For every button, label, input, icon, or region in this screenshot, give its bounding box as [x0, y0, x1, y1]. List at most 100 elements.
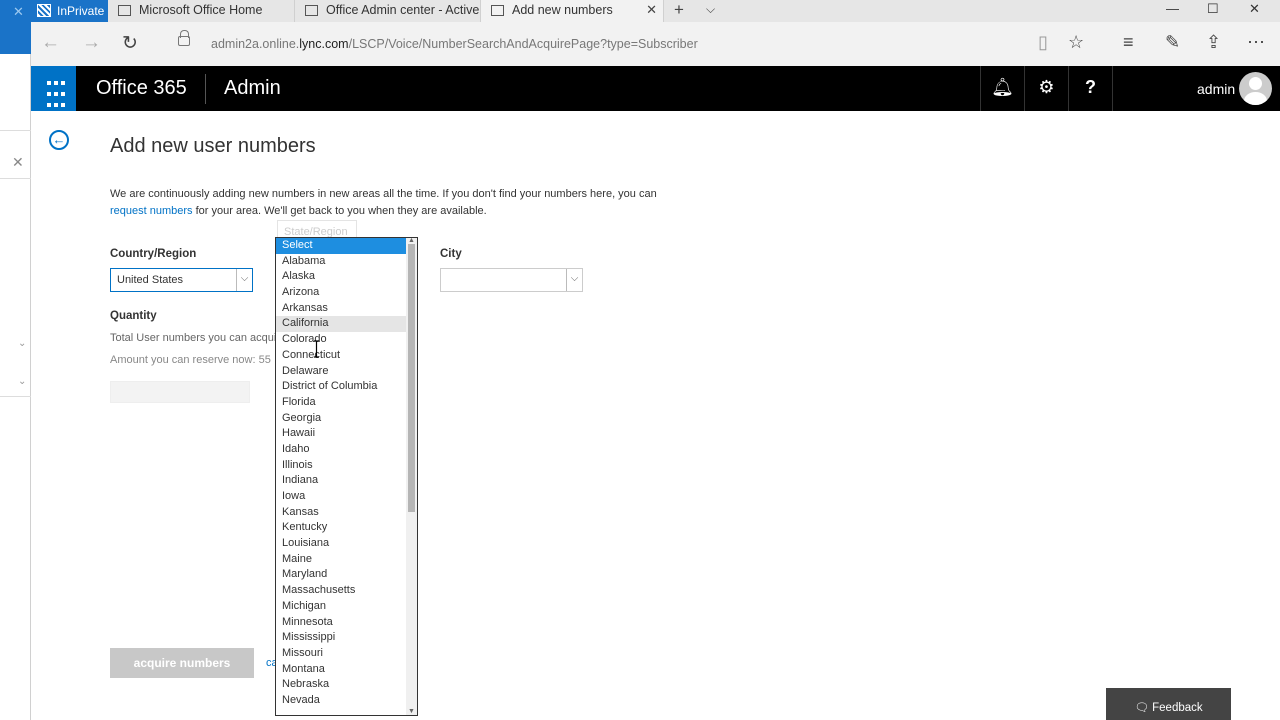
state-option[interactable]: Iowa [276, 489, 406, 505]
quantity-label: Quantity [110, 310, 157, 322]
url-domain-prefix: admin2a.online. [211, 37, 300, 51]
background-close-icon[interactable]: ✕ [13, 4, 24, 20]
state-option[interactable]: Massachusetts [276, 583, 406, 599]
inprivate-icon [37, 4, 51, 17]
state-option[interactable]: Montana [276, 662, 406, 678]
user-name[interactable]: admin [1197, 81, 1235, 97]
chevron-down-icon[interactable]: ⌄ [18, 338, 26, 349]
share-icon[interactable]: ⇪ [1206, 32, 1221, 53]
scrollbar-thumb[interactable] [408, 244, 415, 512]
back-icon[interactable]: ← [41, 32, 60, 54]
app-launcher-icon[interactable] [31, 66, 76, 111]
state-option[interactable]: Select [276, 238, 406, 254]
scroll-up-icon[interactable]: ▲ [408, 238, 415, 244]
url-field[interactable]: admin2a.online.lync.com/LSCP/Voice/Numbe… [211, 37, 698, 51]
maximize-icon[interactable]: ☐ [1207, 1, 1219, 17]
close-window-icon[interactable]: ✕ [1249, 1, 1260, 17]
state-option[interactable]: Nebraska [276, 677, 406, 693]
tab-microsoft-office-home[interactable]: Microsoft Office Home [108, 0, 295, 22]
office365-header: Office 365 Admin 🔔︎ ⚙ ? admin [31, 66, 1280, 111]
divider [0, 130, 31, 131]
section-title[interactable]: Admin [224, 77, 281, 100]
scrollbar[interactable]: ▲ ▼ [406, 238, 417, 715]
scroll-down-icon[interactable]: ▼ [408, 708, 415, 715]
state-option[interactable]: Alabama [276, 254, 406, 270]
state-option[interactable]: Michigan [276, 599, 406, 615]
intro-text-2: for your area. We'll get back to you whe… [192, 205, 487, 217]
page-icon [491, 5, 504, 16]
divider [205, 74, 206, 104]
inprivate-label: InPrivate [57, 4, 105, 18]
state-option[interactable]: District of Columbia [276, 379, 406, 395]
state-option[interactable]: Georgia [276, 411, 406, 427]
inprivate-indicator: InPrivate [31, 0, 108, 22]
state-option[interactable]: Missouri [276, 646, 406, 662]
hub-icon[interactable]: ≡ [1123, 32, 1134, 53]
tab-office-admin-center[interactable]: Office Admin center - Active [295, 0, 481, 22]
state-option[interactable]: Colorado [276, 332, 406, 348]
state-option[interactable]: Connecticut [276, 348, 406, 364]
state-option[interactable]: Kansas [276, 505, 406, 521]
back-arrow-icon[interactable]: ← [49, 130, 69, 150]
state-dropdown-list[interactable]: Select Alabama Alaska Arizona Arkansas Califo… [275, 237, 418, 716]
help-icon[interactable]: ? [1068, 66, 1112, 111]
quantity-input[interactable] [110, 381, 250, 403]
avatar[interactable] [1239, 72, 1272, 105]
bell-icon[interactable]: 🔔︎ [980, 66, 1024, 111]
country-select[interactable]: United States ⌵ [110, 268, 253, 292]
state-option[interactable]: Arkansas [276, 301, 406, 317]
web-note-icon[interactable]: ✎ [1165, 32, 1180, 53]
reading-view-icon[interactable]: ▯ [1038, 32, 1048, 53]
close-tab-icon[interactable]: ✕ [646, 2, 657, 18]
request-numbers-link[interactable]: request numbers [110, 205, 193, 217]
refresh-icon[interactable]: ↻ [122, 32, 138, 55]
browser-address-bar: ← → ↻ admin2a.online.lync.com/LSCP/Voice… [31, 22, 1280, 66]
page-icon [118, 5, 131, 16]
state-option[interactable]: Idaho [276, 442, 406, 458]
tab-label: Microsoft Office Home [139, 3, 263, 17]
state-option[interactable]: California [276, 316, 406, 333]
state-option[interactable]: Mississippi [276, 630, 406, 646]
state-option[interactable]: Kentucky [276, 520, 406, 536]
gear-icon[interactable]: ⚙ [1024, 66, 1068, 111]
state-option[interactable]: Arizona [276, 285, 406, 301]
state-option[interactable]: Alaska [276, 269, 406, 285]
acquire-numbers-button[interactable]: acquire numbers [110, 648, 254, 678]
divider [0, 396, 31, 397]
feedback-label: Feedback [1152, 702, 1203, 714]
divider [1112, 66, 1113, 111]
brand-name[interactable]: Office 365 [96, 77, 187, 100]
chevron-down-icon: ⌵ [566, 269, 582, 291]
state-option[interactable]: Illinois [276, 458, 406, 474]
new-tab-icon[interactable]: + [674, 0, 684, 20]
feedback-icon: 🗨︎ [1134, 702, 1153, 714]
url-path: /LSCP/Voice/NumberSearchAndAcquirePage?t… [348, 37, 698, 51]
chevron-down-icon[interactable]: ⌵ [706, 2, 715, 17]
url-domain: lync.com [299, 37, 349, 51]
state-option[interactable]: Maine [276, 552, 406, 568]
tab-label: Add new numbers [512, 3, 613, 17]
state-option[interactable]: Minnesota [276, 615, 406, 631]
state-option[interactable]: Louisiana [276, 536, 406, 552]
feedback-button[interactable]: 🗨︎ Feedback [1106, 688, 1231, 720]
city-select[interactable]: ⌵ [440, 268, 583, 292]
favorite-star-icon[interactable]: ☆ [1068, 32, 1084, 53]
state-option[interactable]: Hawaii [276, 426, 406, 442]
state-option[interactable]: Maryland [276, 567, 406, 583]
state-options: Select Alabama Alaska Arizona Arkansas Califo… [276, 238, 417, 709]
background-dismiss-icon[interactable]: ✕ [12, 154, 24, 171]
tab-label: Office Admin center - Active [326, 3, 480, 17]
state-option[interactable]: Nevada [276, 693, 406, 709]
chevron-down-icon[interactable]: ⌄ [18, 376, 26, 387]
browser-tab-bar: InPrivate Microsoft Office Home Office A… [31, 0, 1280, 22]
state-option[interactable]: Delaware [276, 364, 406, 380]
more-icon[interactable]: ⋯ [1247, 32, 1265, 53]
state-option[interactable]: Florida [276, 395, 406, 411]
reserve-amount-text: Amount you can reserve now: 55 [110, 354, 271, 366]
country-label: Country/Region [110, 248, 197, 260]
forward-icon[interactable]: → [82, 32, 101, 54]
tab-add-new-numbers[interactable]: Add new numbers ✕ [481, 0, 664, 22]
page-title: Add new user numbers [110, 135, 316, 157]
state-option[interactable]: Indiana [276, 473, 406, 489]
minimize-icon[interactable]: — [1166, 1, 1179, 16]
